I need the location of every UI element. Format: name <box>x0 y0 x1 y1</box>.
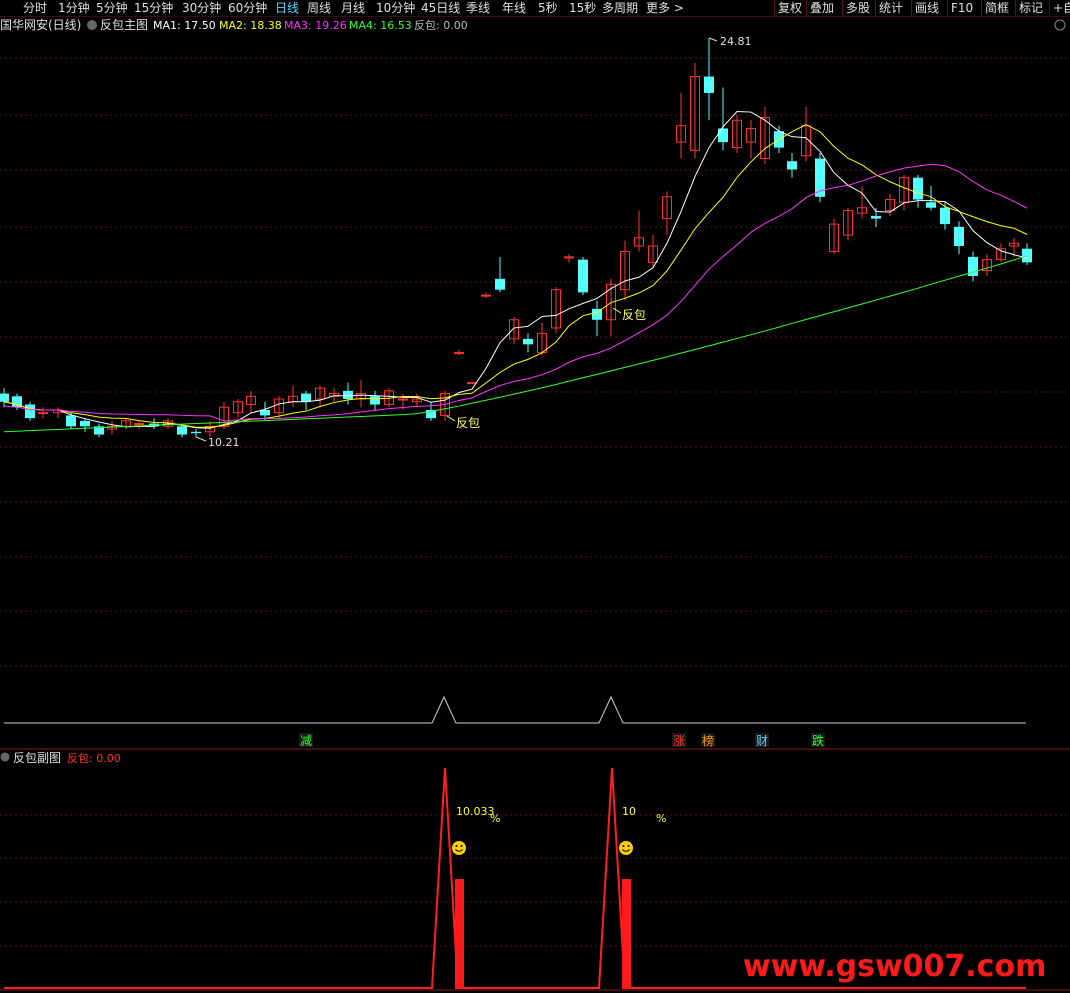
ma-label-3: MA3: 19.26 <box>284 19 347 32</box>
signal-pointer-1 <box>612 307 622 314</box>
annotation-value-1: 10 <box>622 805 636 818</box>
candle-body-2 <box>25 404 35 419</box>
marker-label-2: 榜 <box>702 733 714 748</box>
stock-title: 国华网安(日线) <box>0 17 81 32</box>
settings-icon <box>1054 19 1066 31</box>
annotation-pct-0: % <box>490 812 500 825</box>
annotation-pct-1: % <box>656 812 666 825</box>
smiley-eye-left-1 <box>622 845 625 847</box>
candle-body-52 <box>718 128 728 143</box>
candle-body-67 <box>926 202 936 208</box>
sub-bar-0 <box>455 879 464 989</box>
candle-body-69 <box>954 226 964 246</box>
ma-label-1: MA1: 17.50 <box>153 19 216 32</box>
candle-body-35 <box>481 294 491 297</box>
ma3-line <box>3 163 1028 422</box>
candle-body-27 <box>370 396 380 405</box>
candle-body-10 <box>134 423 144 426</box>
marker-label-1: 涨 <box>673 733 685 748</box>
low-label: 10.21 <box>208 436 240 449</box>
candle-body-51 <box>704 76 714 93</box>
signal-trace-line <box>4 695 1026 724</box>
marker-label-4: 跌 <box>812 733 824 748</box>
kline-chart[interactable]: 国华网安(日线) 反包主图 MA1: 17.50 MA2: 18.38 MA3: 19.… <box>0 0 1070 993</box>
low-pointer <box>195 436 207 442</box>
candle-body-13 <box>177 426 187 435</box>
candle-body-33 <box>454 352 464 355</box>
ma-label-2: MA2: 18.38 <box>219 19 282 32</box>
candle-body-42 <box>578 259 588 293</box>
candle-body-3 <box>38 412 48 415</box>
signal-label-0: 反包 <box>456 416 480 430</box>
high-label: 24.81 <box>720 35 752 48</box>
signal-pointer-0 <box>446 415 456 422</box>
candle-body-68 <box>940 207 950 225</box>
candle-body-38 <box>523 338 533 345</box>
sub-indicator-name: 反包副图 <box>13 751 61 765</box>
sub-bar-1 <box>622 879 631 989</box>
smiley-eye-right-1 <box>627 845 630 847</box>
candle-body-36 <box>495 278 505 290</box>
marker-label-0: 减 <box>300 734 312 748</box>
sub-collapse-icon <box>0 752 10 762</box>
candle-body-5 <box>66 415 76 427</box>
smiley-eye-left-0 <box>455 845 458 847</box>
fanbao-label: 反包: 0.00 <box>414 19 468 32</box>
smiley-eye-right-0 <box>460 845 463 847</box>
sub-value-label: 反包: 0.00 <box>67 752 121 765</box>
smiley-icon-1 <box>619 841 633 855</box>
candle-body-74 <box>1022 248 1032 263</box>
signal-label-1: 反包 <box>622 308 646 322</box>
candle-body-34 <box>467 382 477 385</box>
candle-body-25 <box>343 390 353 400</box>
candle-body-63 <box>871 215 881 219</box>
candle-body-22 <box>301 393 311 402</box>
collapse-icon <box>87 20 97 30</box>
smiley-icon-0 <box>452 841 466 855</box>
marker-label-3: 财 <box>756 734 768 748</box>
candle-body-41 <box>564 256 574 259</box>
candle-body-0 <box>0 393 9 402</box>
candles <box>0 38 1032 438</box>
candle-body-6 <box>80 420 90 427</box>
candle-body-14 <box>191 431 201 434</box>
ma-label-4: MA4: 16.53 <box>349 19 412 32</box>
indicator-name: 反包主图 <box>100 18 148 32</box>
high-pointer <box>708 37 718 42</box>
candle-body-66 <box>913 177 923 200</box>
candle-body-29 <box>398 398 408 401</box>
watermark: www.gsw007.com <box>743 949 1046 984</box>
candle-body-57 <box>787 161 797 170</box>
annotation-value-0: 10.033 <box>456 805 495 818</box>
